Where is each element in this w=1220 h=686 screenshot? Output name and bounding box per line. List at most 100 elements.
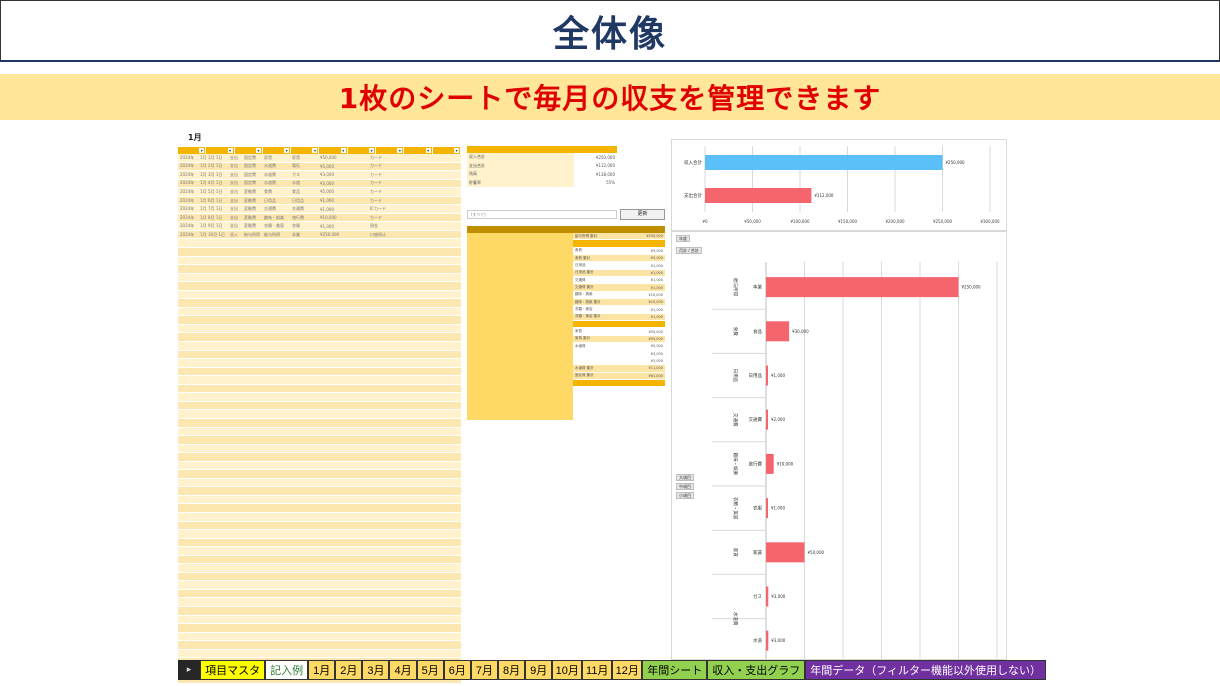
ledger-filter-button[interactable] [404, 147, 433, 154]
table-cell[interactable]: 変動費 [242, 223, 262, 229]
table-cell[interactable]: 1月 [198, 198, 206, 204]
table-cell[interactable]: 固定費 [242, 155, 262, 161]
table-cell[interactable]: 7月 1日 [206, 206, 228, 212]
sheet-tab[interactable]: 2月 [335, 660, 363, 680]
table-row[interactable] [178, 410, 461, 419]
ledger-filter-button[interactable] [319, 147, 348, 154]
sheet-tab[interactable]: 年間データ（フィルター機能以外使用しない） [805, 660, 1046, 680]
table-cell[interactable]: 支出 [228, 172, 242, 178]
table-cell[interactable]: 2024年 [178, 180, 198, 186]
ledger-filter-button[interactable] [263, 147, 292, 154]
table-cell[interactable]: 1月 [198, 206, 206, 212]
table-cell[interactable]: 支出 [228, 189, 242, 195]
table-row[interactable]: 2024年 1月 4月 1日 支出 固定費 水道費 水道 ¥3,000 カード [178, 179, 461, 189]
table-cell[interactable]: カード [368, 189, 398, 195]
pivot-row[interactable]: 水道費 集計 ¥11,000 [573, 365, 665, 373]
sheet-tab[interactable]: 1月 [308, 660, 336, 680]
pivot-row[interactable]: ¥3,000 [573, 357, 665, 366]
pivot-row[interactable]: 日用品 集計 ¥1,000 [573, 269, 665, 278]
sheet-tab[interactable]: 項目マスタ [200, 660, 266, 680]
table-cell[interactable]: 衣服 [290, 223, 318, 229]
table-row[interactable] [178, 512, 461, 522]
pivot-row[interactable]: 趣味・娯楽 集計 ¥10,000 [573, 299, 665, 307]
ledger-filter-button[interactable] [178, 147, 207, 154]
table-row[interactable] [178, 530, 461, 539]
pivot-row[interactable]: 衣類・美容 ¥1,000 [573, 306, 665, 314]
pivot-row[interactable]: 給与所得 集計 ¥250,000 [573, 233, 665, 241]
sheet-tab[interactable]: 6月 [443, 660, 471, 680]
table-row[interactable] [178, 316, 461, 325]
table-cell[interactable]: 交通費 [262, 206, 290, 212]
table-row[interactable] [178, 265, 461, 274]
table-row[interactable]: 2024年 1月 9月 1日 支出 変動費 衣類・美容 衣服 ¥1,000 現金 [178, 222, 461, 231]
table-cell[interactable]: 変動費 [242, 206, 262, 212]
table-cell[interactable]: 支出 [228, 215, 242, 221]
table-cell[interactable]: 支出 [228, 180, 242, 186]
sheet-tab[interactable]: 4月 [389, 660, 417, 680]
table-cell[interactable]: 食費 [262, 189, 290, 195]
table-cell[interactable]: 水道費 [262, 180, 290, 186]
table-row[interactable] [178, 615, 461, 625]
table-row[interactable] [178, 598, 461, 607]
table-cell[interactable]: 交通費 [290, 206, 318, 212]
table-cell[interactable]: 1月 [198, 163, 206, 169]
sheet-tab[interactable]: 5月 [416, 660, 444, 680]
table-row[interactable]: 2024年 1月 7月 1日 支出 変動費 交通費 交通費 ¥1,000 ICカード [178, 205, 461, 214]
table-row[interactable] [178, 427, 461, 437]
table-cell[interactable]: カード [368, 155, 398, 161]
table-row[interactable] [178, 649, 461, 659]
table-row[interactable] [178, 581, 461, 590]
table-row[interactable] [178, 478, 461, 488]
table-cell[interactable]: 1月 [198, 155, 206, 161]
table-row[interactable] [178, 359, 461, 368]
table-row[interactable] [178, 393, 461, 402]
table-row[interactable] [178, 307, 461, 317]
table-row[interactable] [178, 538, 461, 548]
ledger-filter-button[interactable] [433, 147, 461, 154]
table-row[interactable] [178, 290, 461, 300]
pivot-row[interactable] [573, 240, 665, 248]
table-cell[interactable]: 2024年 [178, 232, 198, 238]
table-cell[interactable]: ¥5,000 [318, 164, 348, 169]
pivot-row[interactable]: 趣味・娯楽 ¥10,000 [573, 291, 665, 300]
table-cell[interactable]: カード [368, 215, 398, 221]
table-row[interactable] [178, 470, 461, 479]
chart-filter-chip[interactable]: 大項目 [676, 474, 694, 481]
update-button[interactable]: 更新 [620, 209, 665, 220]
sheet-tab[interactable]: 10月 [552, 660, 583, 680]
table-row[interactable] [178, 273, 461, 283]
table-row[interactable]: 2024年 1月 6月 1日 支出 変動費 日用品 日用品 ¥1,000 カード [178, 196, 461, 206]
table-cell[interactable]: ¥1,000 [318, 198, 348, 203]
table-cell[interactable]: 趣味・娯楽 [262, 215, 290, 221]
sheet-tab[interactable]: 7月 [470, 660, 498, 680]
table-cell[interactable]: 水道費 [262, 172, 290, 178]
table-cell[interactable]: 固定費 [242, 172, 262, 178]
table-cell[interactable]: ¥3,000 [318, 181, 348, 186]
table-cell[interactable]: 変動費 [242, 198, 262, 204]
table-cell[interactable]: 支出 [228, 163, 242, 169]
table-row[interactable] [178, 487, 461, 496]
table-row[interactable] [178, 376, 461, 385]
table-row[interactable]: 2024年 1月 1月 1日 支出 固定費 家賃 家賃 ¥50,000 カード [178, 154, 461, 163]
table-cell[interactable]: 5月 1日 [206, 189, 228, 195]
table-cell[interactable]: ¥1,000 [318, 224, 348, 229]
table-cell[interactable]: 固定費 [242, 180, 262, 186]
table-cell[interactable]: 旅行費 [290, 215, 318, 221]
table-cell[interactable]: 給与所得 [242, 232, 262, 238]
table-row[interactable] [178, 555, 461, 565]
table-cell[interactable]: ICカード [368, 206, 398, 212]
table-cell[interactable]: 1月 [198, 215, 206, 221]
table-cell[interactable]: 2024年 [178, 163, 198, 169]
table-row[interactable] [178, 333, 461, 343]
table-row[interactable]: 2024年 1月 10月 1日 収入 給与所得 給与所得 本業 ¥250,000 口座振込 [178, 230, 461, 240]
pivot-row[interactable]: 食費 ¥5,000 [573, 247, 665, 256]
table-cell[interactable]: 8月 1日 [206, 215, 228, 221]
ledger-filter-button[interactable] [206, 147, 235, 154]
pivot-row[interactable]: 日用品 ¥1,000 [573, 262, 665, 270]
table-cell[interactable]: 1月 [198, 189, 206, 195]
table-cell[interactable]: ¥250,000 [318, 232, 348, 237]
table-cell[interactable]: カード [368, 163, 398, 169]
table-row[interactable] [178, 641, 461, 650]
table-row[interactable] [178, 401, 461, 411]
pivot-row[interactable]: 衣類・美容 集計 ¥1,000 [573, 313, 665, 322]
